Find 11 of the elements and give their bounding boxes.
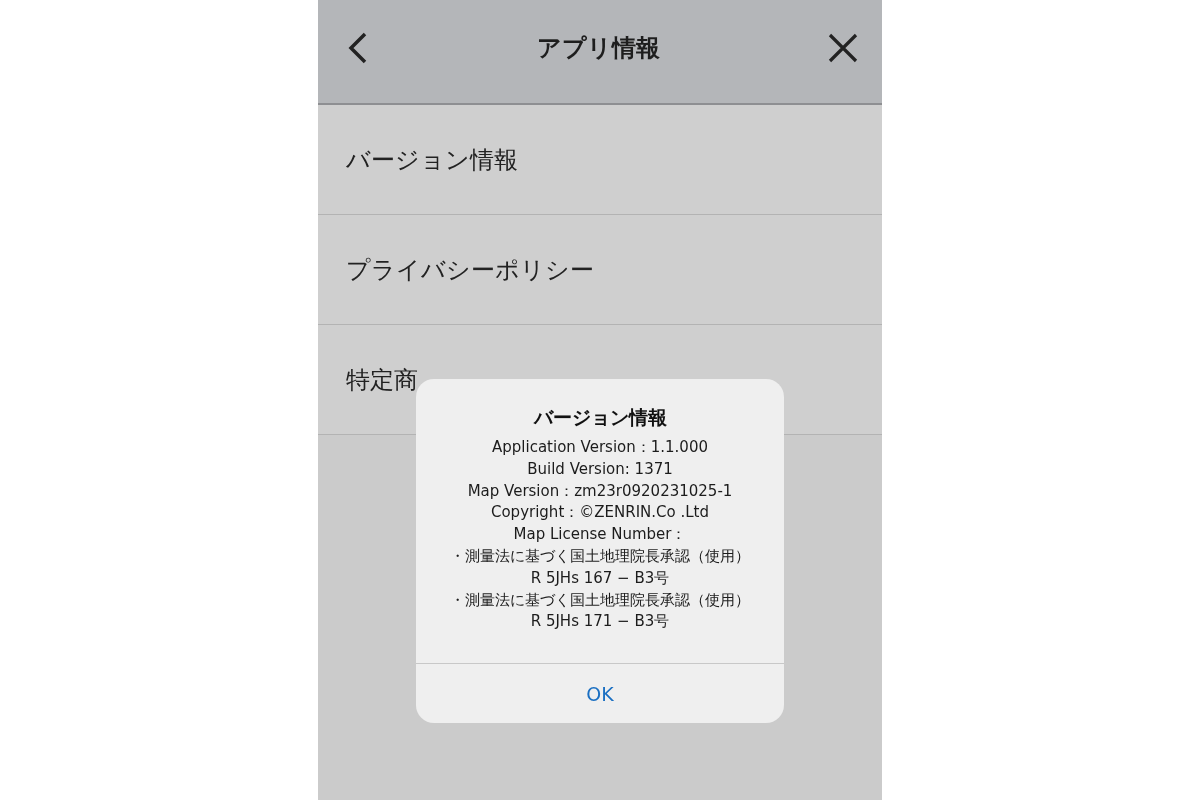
dialog-text-line: R 5JHs 171 − B3号 xyxy=(530,611,670,633)
dialog-text-line: ・測量法に基づく国土地理院長承認（使用） xyxy=(450,546,750,567)
dialog-text-line: Copyright：©ZENRIN.Co .Ltd xyxy=(490,502,710,524)
dialog-text-line: Build Version: 1371 xyxy=(527,458,673,480)
screen-title: アプリ情報 xyxy=(536,32,660,64)
dialog-text-line: ・測量法に基づく国土地理院長承認（使用） xyxy=(450,589,750,611)
dialog-text-line: R 5JHs 167 − B3号 xyxy=(530,567,670,589)
dialog-text-line: Application Version：1.1.000 xyxy=(492,437,708,458)
dialog-title: バージョン情報 xyxy=(533,405,667,430)
dialog-text-line: Map License Number： xyxy=(513,524,687,546)
dialog-text-line: Map Version：zm23r0920231025-1 xyxy=(467,480,733,502)
